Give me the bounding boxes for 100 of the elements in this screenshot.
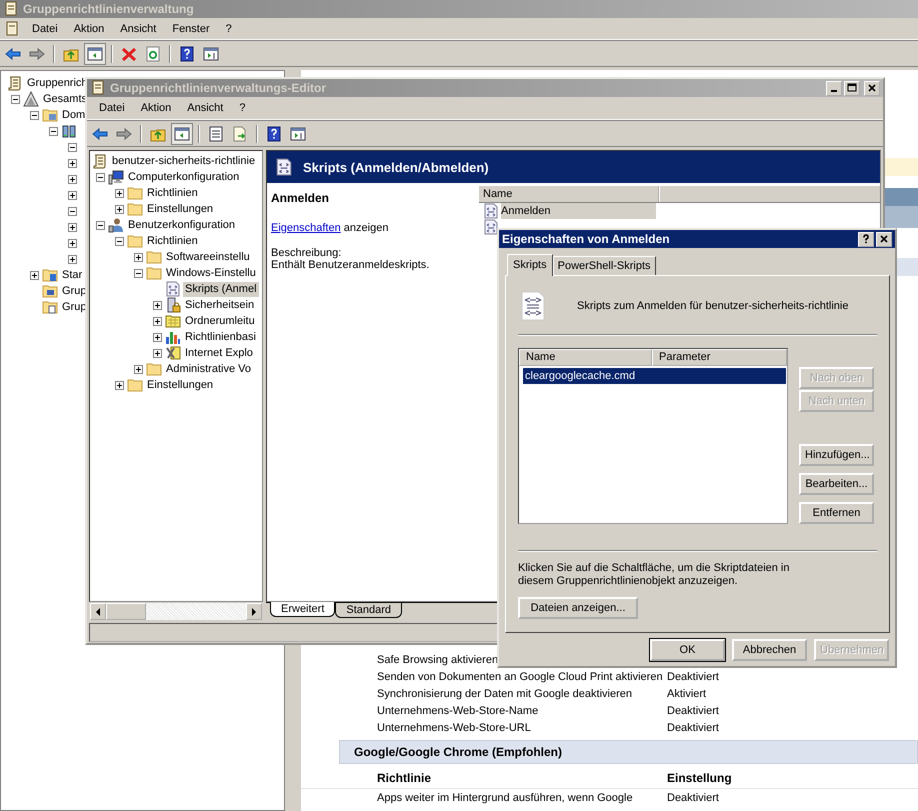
tree-item[interactable]: Einstellungen xyxy=(145,202,216,216)
menu-item[interactable]: Aktion xyxy=(132,100,180,116)
right-arrow-icon[interactable] xyxy=(250,608,258,616)
tree-item[interactable]: Einstellungen xyxy=(145,378,216,392)
tree-item[interactable]: Skripts (Anmel xyxy=(183,282,259,296)
script-icon xyxy=(165,281,181,297)
tree-item[interactable]: Sicherheitsein xyxy=(183,298,256,312)
tree-item[interactable]: Ordnerumleitu xyxy=(183,314,257,328)
folder-icon xyxy=(165,313,181,329)
document-icon xyxy=(92,153,108,169)
script-icon xyxy=(483,219,499,235)
expander-icon[interactable] xyxy=(48,126,58,136)
expander-icon[interactable] xyxy=(68,254,76,264)
dialog-tab[interactable]: Skripts xyxy=(507,254,553,276)
menu-item[interactable]: Ansicht xyxy=(112,20,164,36)
expander-icon[interactable] xyxy=(68,174,76,184)
folder-icon xyxy=(127,201,143,217)
expander-icon[interactable] xyxy=(152,300,162,310)
dialog-button[interactable]: OK xyxy=(650,639,725,661)
tree-item[interactable]: Gruppenrich xyxy=(25,76,90,90)
dialog-button[interactable]: Abbrechen xyxy=(732,639,807,661)
left-arrow-icon[interactable] xyxy=(94,608,102,616)
expander-icon[interactable] xyxy=(96,172,104,182)
view-tab[interactable]: Erweitert xyxy=(270,602,336,617)
column-header: Richtlinie xyxy=(377,771,432,785)
menu-item[interactable]: Aktion xyxy=(66,20,112,36)
expander-icon[interactable] xyxy=(152,316,162,326)
minimize-icon xyxy=(831,90,837,92)
expander-icon[interactable] xyxy=(134,252,142,262)
tree-item[interactable]: Richtlinien xyxy=(145,234,200,248)
tree-item[interactable]: Gesamts xyxy=(41,92,90,106)
expander-icon[interactable] xyxy=(68,142,76,152)
expander-icon[interactable] xyxy=(68,222,76,232)
tree-item[interactable]: Computerkonfiguration xyxy=(126,170,242,184)
policy-setting: Aktiviert xyxy=(667,688,706,700)
policy-setting: Deaktiviert xyxy=(667,722,719,734)
list-row[interactable]: cleargooglecache.cmd xyxy=(523,368,786,384)
tree-item[interactable]: Softwareeinstellu xyxy=(164,250,252,264)
policy-setting: Deaktiviert xyxy=(667,670,719,682)
expander-icon[interactable] xyxy=(30,270,38,280)
help-button[interactable] xyxy=(858,232,874,246)
expander-icon[interactable] xyxy=(68,206,76,216)
expander-icon[interactable] xyxy=(134,364,142,374)
tree-item[interactable]: Internet Explo xyxy=(183,346,255,360)
policy-setting: Deaktiviert xyxy=(667,792,719,804)
dialog-title: Eigenschaften von Anmelden xyxy=(502,232,670,246)
column-header[interactable]: Name xyxy=(519,349,652,366)
window-title: Gruppenrichtlinienverwaltung xyxy=(23,2,194,16)
tree-pane-icon[interactable] xyxy=(171,122,193,144)
expander-icon[interactable] xyxy=(30,110,38,120)
action-button[interactable]: Hinzufügen... xyxy=(799,444,874,466)
expander-icon[interactable] xyxy=(134,268,142,278)
expander-icon[interactable] xyxy=(114,380,124,390)
expander-icon[interactable] xyxy=(10,94,20,104)
tree-item[interactable]: Benutzerkonfiguration xyxy=(126,218,238,232)
show-files-button[interactable]: Dateien anzeigen... xyxy=(518,597,638,619)
scrollbar[interactable] xyxy=(89,602,263,621)
list-item[interactable]: Anmelden xyxy=(501,203,656,219)
menu-item[interactable]: Datei xyxy=(24,20,66,36)
dialog-tab[interactable]: PowerShell-Skripts xyxy=(552,256,656,275)
tree-pane-icon[interactable] xyxy=(84,42,106,64)
expander-icon[interactable] xyxy=(68,190,76,200)
expander-icon[interactable] xyxy=(96,220,104,230)
tree-item[interactable]: benutzer-sicherheits-richtlinie xyxy=(110,154,258,168)
server-icon xyxy=(61,123,77,139)
expander-icon[interactable] xyxy=(68,158,76,168)
description-label: Beschreibung: xyxy=(271,247,342,259)
expander-icon[interactable] xyxy=(152,348,162,358)
tree-item[interactable]: Dom xyxy=(60,108,88,122)
policy-name: Unternehmens-Web-Store-Name xyxy=(377,704,540,716)
tree-item[interactable]: Windows-Einstellu xyxy=(164,266,258,280)
policy-setting: Deaktiviert xyxy=(667,704,719,716)
close-button[interactable] xyxy=(876,232,892,246)
menu-item[interactable]: Datei xyxy=(91,100,133,116)
expander-icon[interactable] xyxy=(68,238,76,248)
properties-link[interactable]: Eigenschaften xyxy=(271,222,341,234)
menu-item[interactable]: ? xyxy=(218,20,240,36)
expander-icon[interactable] xyxy=(114,236,124,246)
tree-item[interactable]: Star xyxy=(60,268,84,282)
menu-item[interactable]: Fenster xyxy=(164,20,218,36)
folder-icon xyxy=(42,299,58,315)
menu-item[interactable]: Ansicht xyxy=(179,100,232,116)
hint-text: Klicken Sie auf die Schaltfläche, um die Skriptdateien in diesem Gruppenrichtlinienobjekt anzuzeigen. xyxy=(518,562,790,588)
expander-icon[interactable] xyxy=(114,188,124,198)
tree-item[interactable]: Richtlinienbasi xyxy=(183,330,258,344)
action-button[interactable]: Bearbeiten... xyxy=(799,473,874,495)
folder-icon xyxy=(127,377,143,393)
folder-icon xyxy=(146,361,162,377)
description-text: Enthält Benutzeranmeldeskripts. xyxy=(271,259,430,271)
expander-icon[interactable] xyxy=(152,332,162,342)
item-heading: Anmelden xyxy=(271,191,330,205)
tree-item[interactable]: Richtlinien xyxy=(145,186,200,200)
tree-item[interactable]: Administrative Vo xyxy=(164,362,253,376)
column-header[interactable]: Parameter xyxy=(652,349,787,366)
action-button[interactable]: Entfernen xyxy=(799,502,874,524)
view-tab[interactable]: Standard xyxy=(335,603,402,618)
menu-item[interactable]: ? xyxy=(231,100,254,116)
policy-name: Unternehmens-Web-Store-URL xyxy=(377,722,532,734)
script-icon xyxy=(521,291,545,321)
expander-icon[interactable] xyxy=(114,204,124,214)
